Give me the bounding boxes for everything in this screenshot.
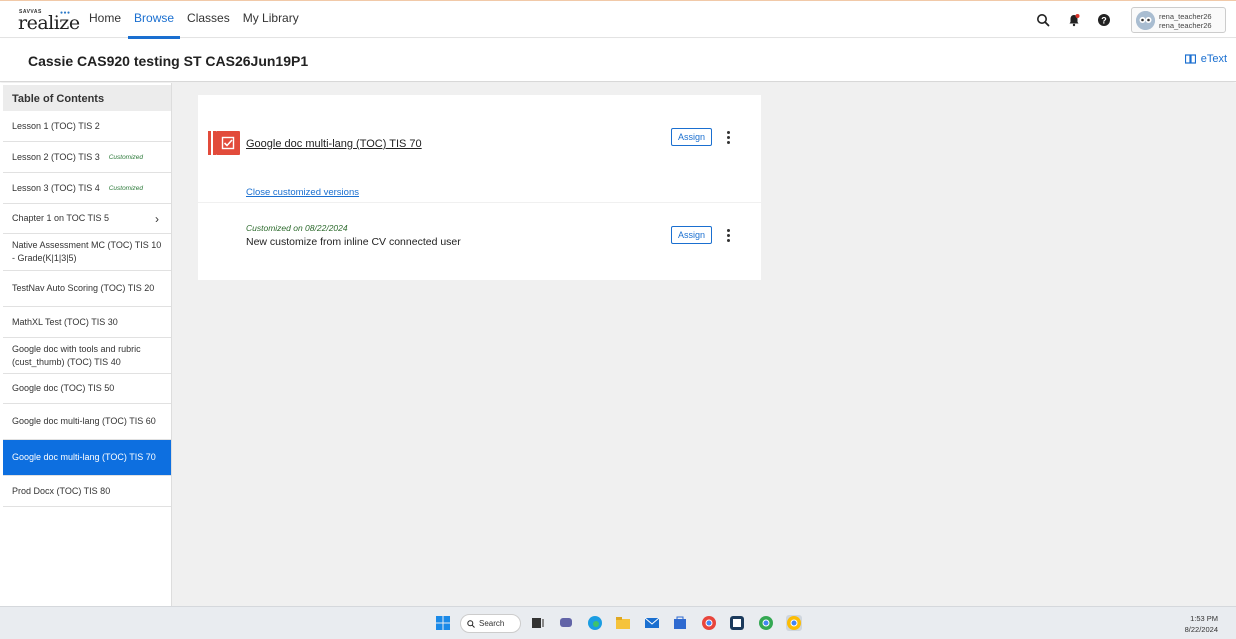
page-title: Cassie CAS920 testing ST CAS26Jun19P1 <box>28 53 309 69</box>
help-icon[interactable]: ? <box>1097 13 1111 27</box>
program-title-bar: Cassie CAS920 testing ST CAS26Jun19P1 eT… <box>0 39 1236 82</box>
chrome-icon[interactable] <box>758 615 774 631</box>
toc-item-chapter[interactable]: Chapter 1 on TOC TIS 5 › <box>3 204 171 234</box>
toc-item-label: Google doc multi-lang (TOC) TIS 60 <box>12 416 156 426</box>
toc-item-label: TestNav Auto Scoring (TOC) TIS 20 <box>12 283 155 293</box>
user-name-line-2: rena_teacher26 <box>1159 21 1212 30</box>
notifications-bell-icon[interactable] <box>1067 13 1081 27</box>
teams-chat-icon[interactable] <box>558 615 574 631</box>
nav-classes[interactable]: Classes <box>187 1 230 39</box>
toc-item-label: Lesson 3 (TOC) TIS 4 <box>12 182 100 193</box>
search-icon <box>467 619 475 628</box>
windows-start-icon[interactable] <box>435 615 451 631</box>
customized-badge: Customized <box>108 153 144 161</box>
customized-version-title: New customize from inline CV connected u… <box>246 236 461 248</box>
customized-date: Customized on 08/22/2024 <box>246 223 348 233</box>
top-navigation: SAVVAS ●●● realize Home Browse Classes M… <box>0 0 1236 39</box>
toc-item[interactable]: Google doc multi-lang (TOC) TIS 60 <box>3 404 171 440</box>
search-icon[interactable] <box>1036 13 1050 27</box>
toc-item-label: Lesson 1 (TOC) TIS 2 <box>12 120 100 131</box>
nav-browse[interactable]: Browse <box>128 1 181 39</box>
file-explorer-icon[interactable] <box>615 615 631 631</box>
assign-button[interactable]: Assign <box>671 128 712 146</box>
resource-title-link[interactable]: Google doc multi-lang (TOC) TIS 70 <box>246 138 422 150</box>
toc-item-label: Prod Docx (TOC) TIS 80 <box>12 485 111 496</box>
user-menu[interactable]: rena_teacher26 rena_teacher26 <box>1131 7 1226 33</box>
toc-item-label: MathXL Test (TOC) TIS 30 <box>12 316 118 327</box>
customized-badge: Customized <box>108 184 144 192</box>
svg-text:?: ? <box>1101 16 1107 26</box>
toc-item[interactable]: Lesson 3 (TOC) TIS 4 Customized <box>3 173 171 204</box>
assignment-icon <box>208 131 240 155</box>
more-options-icon[interactable] <box>724 229 734 243</box>
edge-browser-icon[interactable] <box>587 615 603 631</box>
close-customized-versions-link[interactable]: Close customized versions <box>246 187 359 198</box>
taskbar-search-label: Search <box>479 619 505 628</box>
clock-date: 8/22/2024 <box>1184 625 1218 634</box>
nav-my-library[interactable]: My Library <box>243 1 299 39</box>
store-icon[interactable] <box>672 615 688 631</box>
app-icon[interactable] <box>729 615 745 631</box>
toc-item[interactable]: Lesson 2 (TOC) TIS 3 Customized <box>3 142 171 173</box>
taskbar-clock[interactable]: 1:53 PM 8/22/2024 <box>1185 613 1218 635</box>
toc-item[interactable]: Lesson 1 (TOC) TIS 2 <box>3 111 171 142</box>
assign-customized-button[interactable]: Assign <box>671 226 712 244</box>
os-taskbar: Search 1:53 PM 8/22/2024 <box>0 606 1236 639</box>
toc-item[interactable]: Google doc with tools and rubric (cust_t… <box>3 338 171 374</box>
user-name-line-1: rena_teacher26 <box>1159 12 1212 21</box>
toc-item-label: Google doc multi-lang (TOC) TIS 70 <box>12 452 156 462</box>
toc-item-label: Google doc with tools and rubric (cust_t… <box>12 343 141 367</box>
toc-item-selected[interactable]: Google doc multi-lang (TOC) TIS 70 <box>3 440 171 476</box>
toc-item-label: Google doc (TOC) TIS 50 <box>12 383 115 393</box>
book-icon <box>1184 54 1196 64</box>
task-view-icon[interactable] <box>530 615 546 631</box>
chrome-icon[interactable] <box>701 615 717 631</box>
more-options-icon[interactable] <box>724 131 734 145</box>
main-nav: Home Browse Classes My Library <box>89 1 312 39</box>
toc-heading: Table of Contents <box>3 85 171 111</box>
taskbar-search[interactable]: Search <box>460 614 521 633</box>
table-of-contents-sidebar: Table of Contents Lesson 1 (TOC) TIS 2 L… <box>0 83 172 606</box>
nav-home[interactable]: Home <box>89 1 121 39</box>
divider <box>198 202 761 203</box>
main-content: Google doc multi-lang (TOC) TIS 70 Assig… <box>172 83 1236 606</box>
toc-item[interactable]: Prod Docx (TOC) TIS 80 <box>3 476 171 507</box>
logo-text: realize <box>18 12 80 34</box>
toc-item[interactable]: TestNav Auto Scoring (TOC) TIS 20 <box>3 271 171 307</box>
avatar <box>1136 11 1155 30</box>
toc-item[interactable]: Native Assessment MC (TOC) TIS 10 - Grad… <box>3 234 171 271</box>
etext-label: eText <box>1200 53 1227 65</box>
chrome-icon[interactable] <box>786 615 802 631</box>
chevron-right-icon: › <box>155 211 159 226</box>
toc-item[interactable]: MathXL Test (TOC) TIS 30 <box>3 307 171 338</box>
etext-button[interactable]: eText <box>1184 53 1227 65</box>
resource-card: Google doc multi-lang (TOC) TIS 70 Assig… <box>198 95 761 280</box>
toc-item[interactable]: Google doc (TOC) TIS 50 <box>3 374 171 404</box>
toc-item-label: Lesson 2 (TOC) TIS 3 <box>12 151 100 162</box>
savvas-realize-logo[interactable]: SAVVAS ●●● realize <box>18 7 80 34</box>
mail-icon[interactable] <box>644 615 660 631</box>
toc-item-label: Native Assessment MC (TOC) TIS 10 - Grad… <box>12 240 162 263</box>
toc-list: Lesson 1 (TOC) TIS 2 Lesson 2 (TOC) TIS … <box>3 111 171 507</box>
toc-item-label: Chapter 1 on TOC TIS 5 <box>12 213 110 223</box>
clock-time: 1:53 PM <box>1190 614 1218 623</box>
